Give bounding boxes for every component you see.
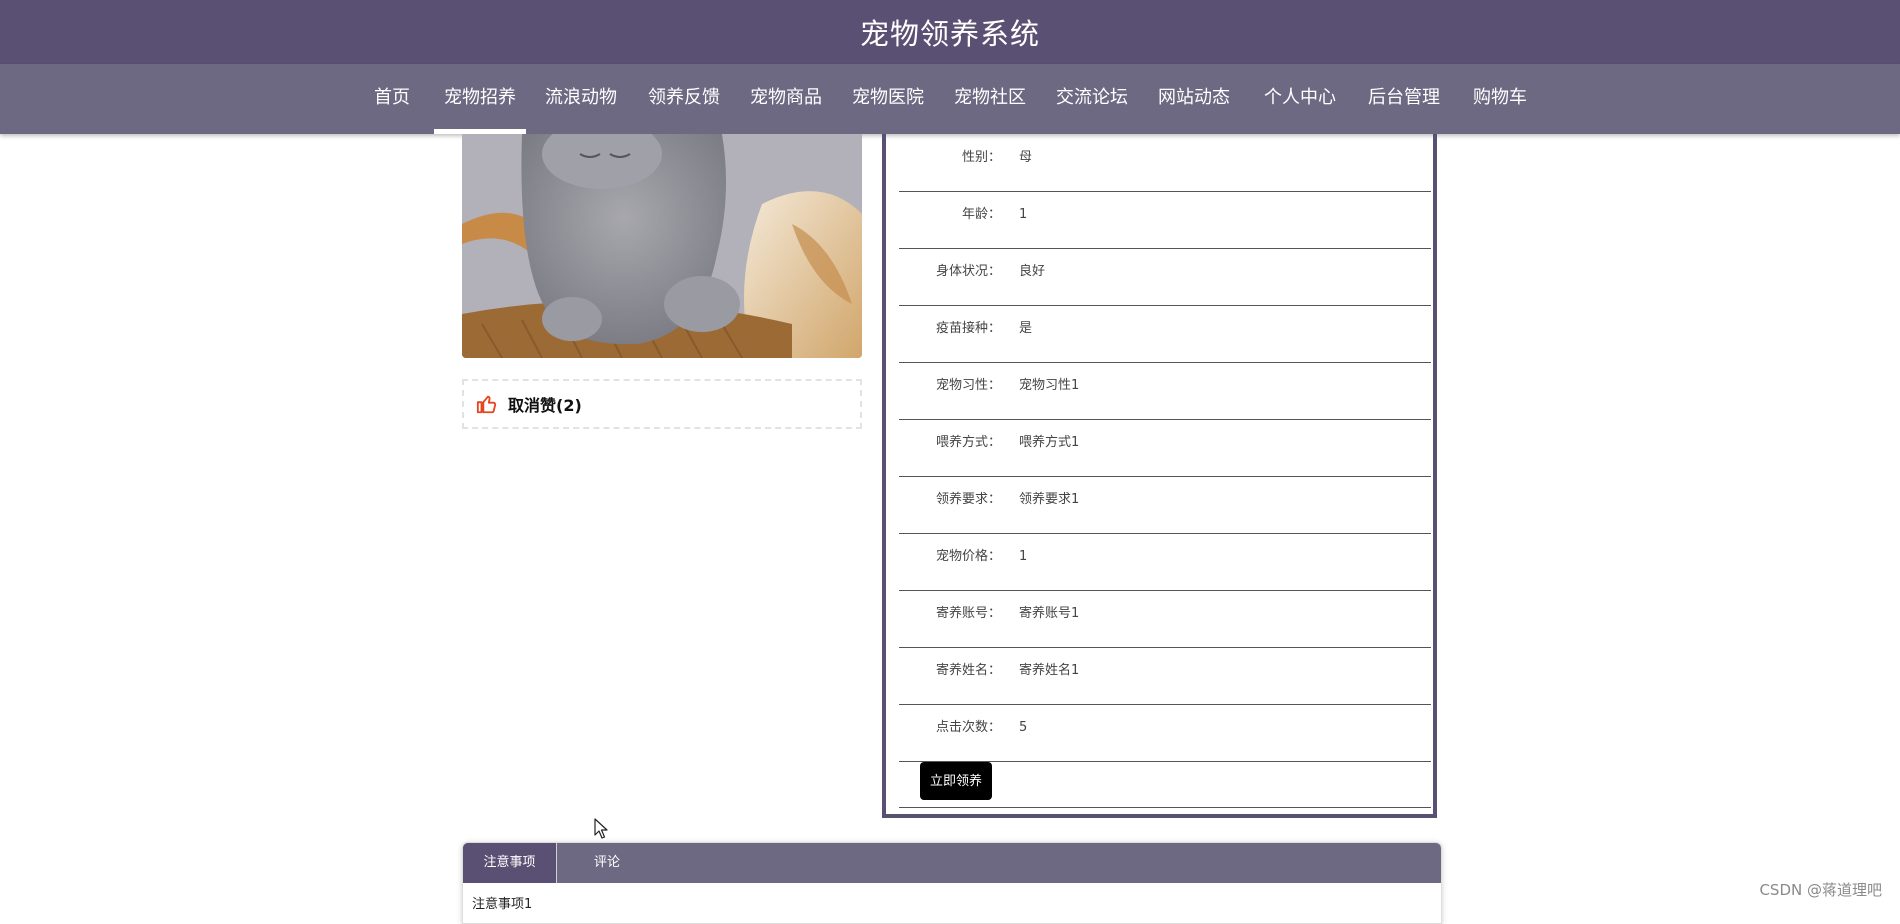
adopt-now-button[interactable]: 立即领养 [920,762,993,800]
detail-row-price: 宠物价格： 1 [899,533,1431,591]
detail-value: 是 [1019,321,1033,336]
nav-home[interactable]: 首页 [374,64,410,134]
detail-label: 身体状况： [935,264,1001,279]
info-tabs: 注意事项 评论 注意事项1 [462,842,1442,924]
detail-value: 1 [1019,207,1028,222]
tab-notes[interactable]: 注意事项 [463,843,557,883]
site-header: 宠物领养系统 [0,0,1900,64]
mouse-cursor-icon [594,818,608,839]
detail-label: 宠物习性： [935,378,1001,393]
thumbs-up-icon [476,395,497,414]
nav-forum[interactable]: 交流论坛 [1056,64,1128,134]
like-toggle[interactable]: 取消赞(2) [462,379,862,429]
main-nav: 首页 宠物招养 流浪动物 领养反馈 宠物商品 宠物医院 宠物社区 交流论坛 网站… [0,64,1900,134]
nav-pet-adoption[interactable]: 宠物招养 [444,64,516,134]
tab-comments[interactable]: 评论 [557,843,657,883]
detail-label: 领养要求： [935,492,1001,507]
cat-image [462,134,862,358]
nav-pet-hospital[interactable]: 宠物医院 [852,64,924,134]
detail-value: 母 [1019,150,1033,165]
detail-row-foster-account: 寄养账号： 寄养账号1 [899,590,1431,648]
detail-row-age: 年龄： 1 [899,191,1431,249]
detail-row-foster-name: 寄养姓名： 寄养姓名1 [899,647,1431,705]
detail-value: 宠物习性1 [1019,378,1080,393]
detail-row-vaccination: 疫苗接种： 是 [899,305,1431,363]
detail-value: 领养要求1 [1019,492,1080,507]
nav-news[interactable]: 网站动态 [1158,64,1230,134]
detail-label: 性别： [961,150,1001,165]
detail-row-habits: 宠物习性： 宠物习性1 [899,362,1431,420]
detail-label: 寄养姓名： [935,663,1001,678]
nav-personal-center[interactable]: 个人中心 [1264,64,1336,134]
nav-stray-animals[interactable]: 流浪动物 [545,64,617,134]
detail-value: 寄养姓名1 [1019,663,1080,678]
nav-pet-community[interactable]: 宠物社区 [954,64,1026,134]
detail-label: 疫苗接种： [935,321,1001,336]
pet-detail-panel: 性别： 母 年龄： 1 身体状况： 良好 疫苗接种： 是 宠物习性： 宠物习性1… [882,134,1437,818]
detail-row-click-count: 点击次数： 5 [899,704,1431,762]
detail-label: 点击次数： [935,720,1001,735]
pet-photo [462,134,862,358]
nav-admin[interactable]: 后台管理 [1368,64,1440,134]
like-label: 取消赞(2) [508,396,582,415]
watermark: CSDN @蒋道理吧 [1759,881,1882,899]
detail-value: 1 [1019,549,1028,564]
tabs-bar: 注意事项 评论 [463,843,1441,883]
detail-row-requirements: 领养要求： 领养要求1 [899,476,1431,534]
nav-adoption-feedback[interactable]: 领养反馈 [648,64,720,134]
detail-value: 喂养方式1 [1019,435,1080,450]
detail-value: 良好 [1019,264,1046,279]
detail-label: 宠物价格： [935,549,1001,564]
detail-label: 寄养账号： [935,606,1001,621]
tab-content: 注意事项1 [472,897,533,912]
detail-row-health: 身体状况： 良好 [899,248,1431,306]
divider [899,807,1431,808]
nav-pet-products[interactable]: 宠物商品 [750,64,822,134]
detail-label: 年龄： [961,207,1001,222]
detail-row-gender: 性别： 母 [899,134,1431,192]
detail-row-feeding: 喂养方式： 喂养方式1 [899,419,1431,477]
nav-cart[interactable]: 购物车 [1473,64,1527,134]
detail-value: 寄养账号1 [1019,606,1080,621]
detail-value: 5 [1019,720,1028,735]
site-title: 宠物领养系统 [859,17,1040,51]
detail-label: 喂养方式： [935,435,1001,450]
